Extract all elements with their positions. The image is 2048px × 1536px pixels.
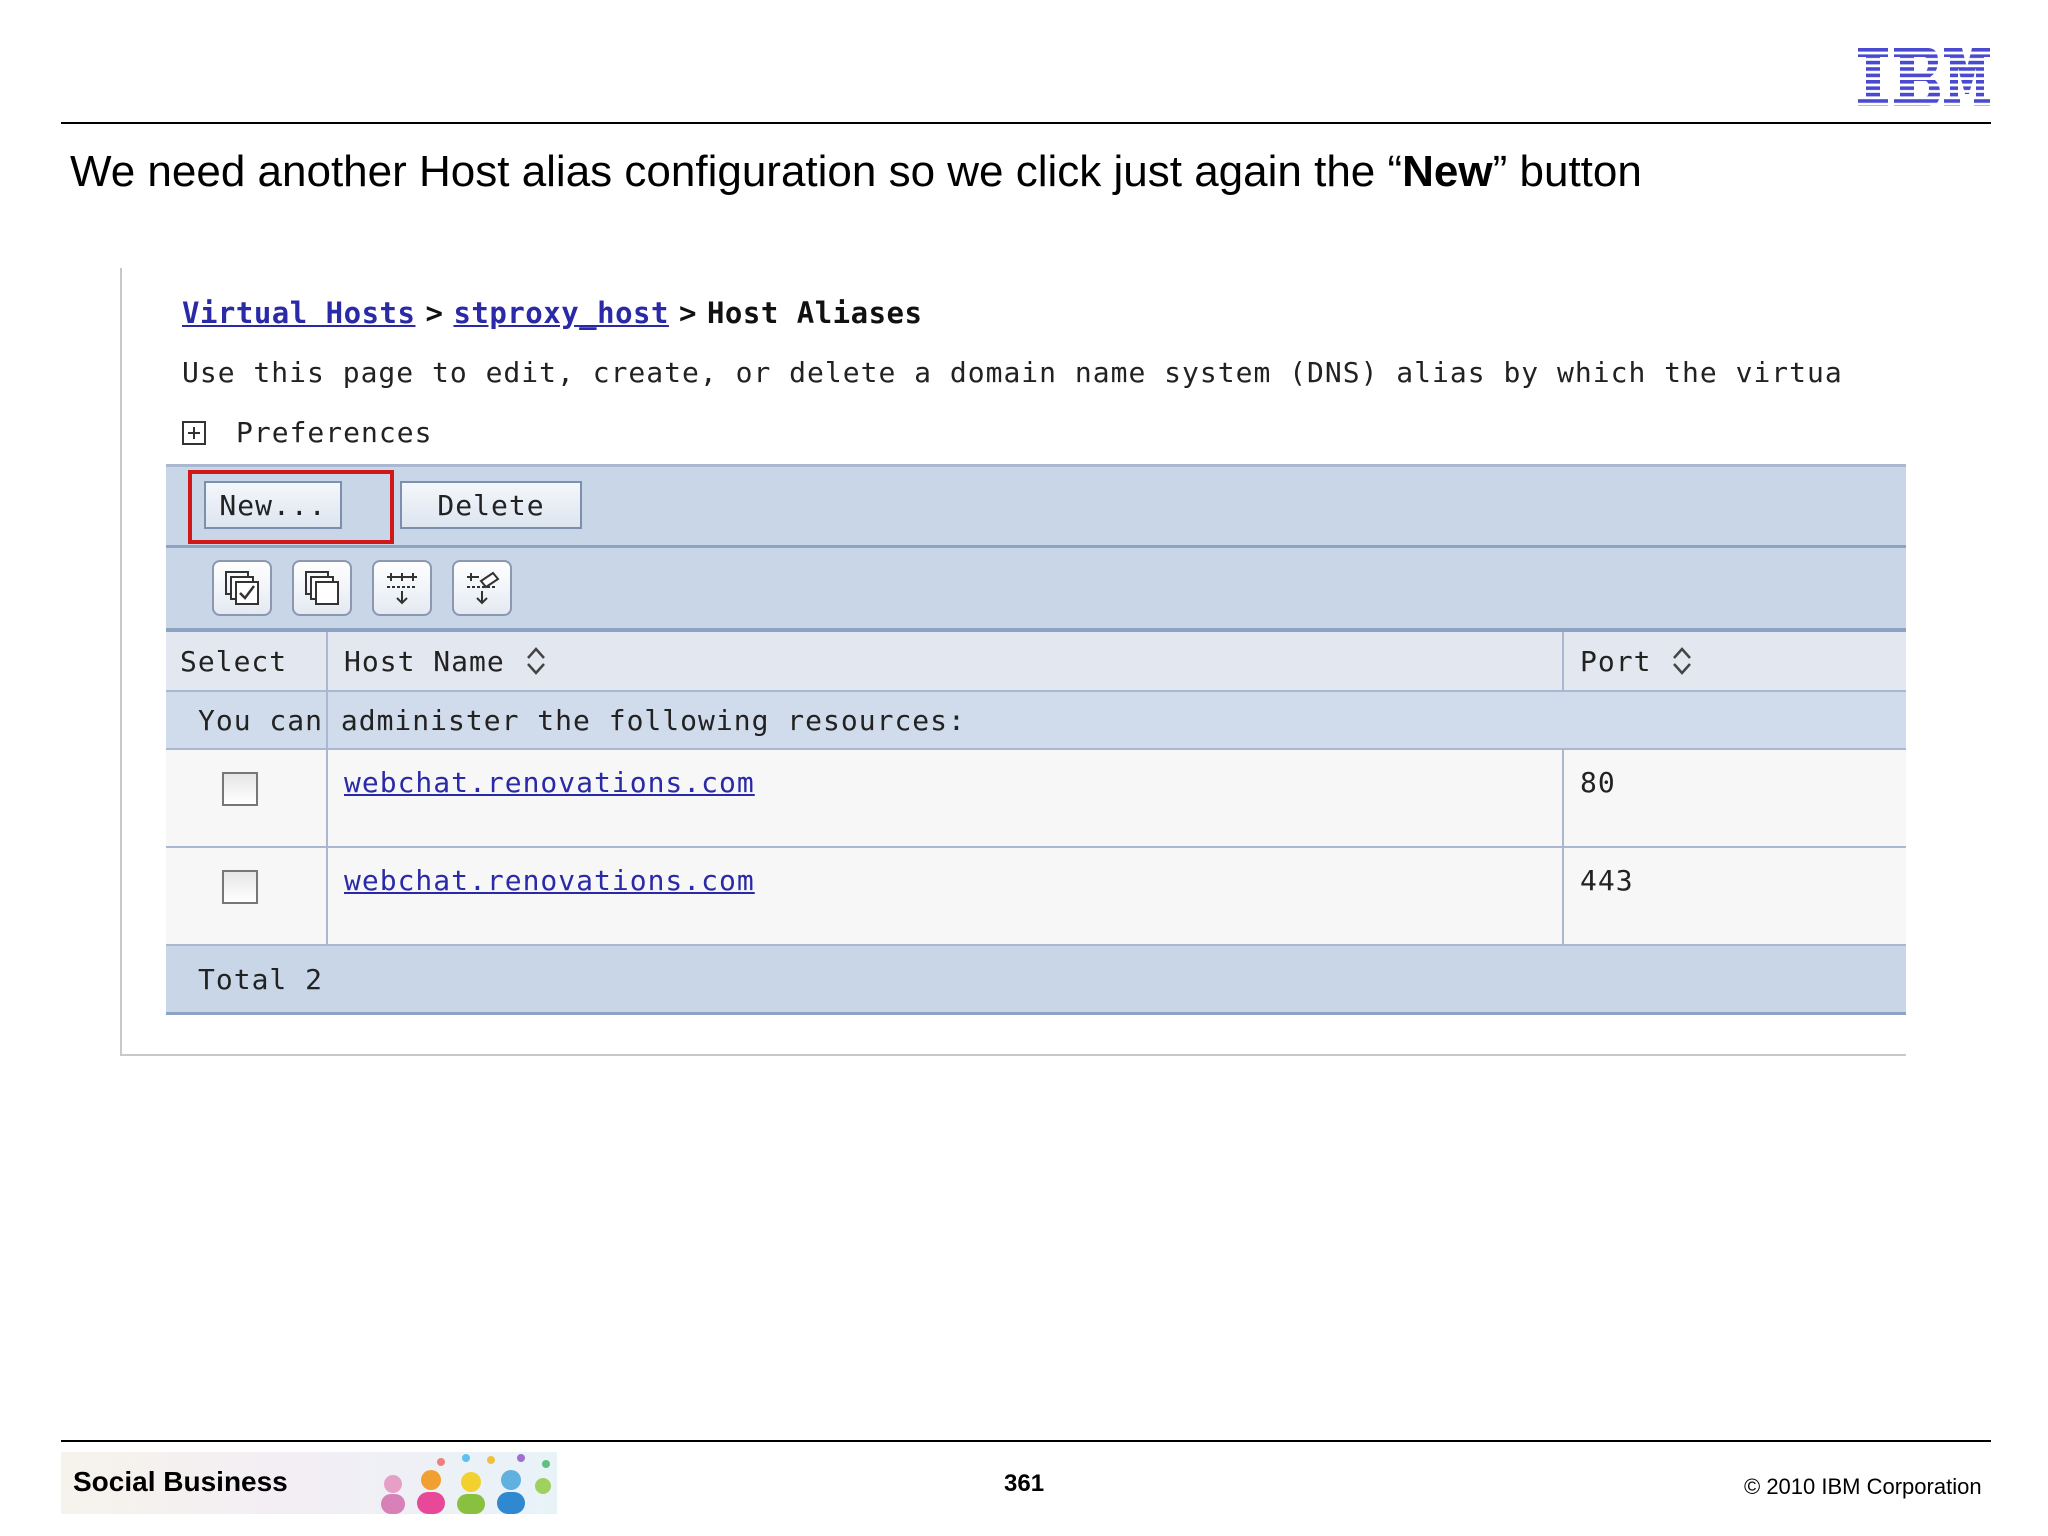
breadcrumb-current: Host Aliases [706, 296, 923, 330]
page-number: 361 [1004, 1470, 1045, 1497]
sort-icon[interactable] [1671, 645, 1693, 677]
preferences-label: Preferences [236, 416, 433, 449]
port-value: 443 [1580, 864, 1634, 897]
expand-plus-icon[interactable] [182, 420, 206, 445]
column-host-name-label: Host Name [344, 644, 505, 678]
total-row: Total 2 [166, 946, 1906, 1015]
breadcrumb-virtual-hosts-link[interactable]: Virtual Hosts [182, 296, 415, 330]
host-name-link[interactable]: webchat.renovations.com [344, 864, 755, 897]
column-select: Select [180, 644, 288, 678]
host-name-link[interactable]: webchat.renovations.com [344, 766, 755, 799]
slide-heading: We need another Host alias configuration… [70, 142, 1970, 202]
breadcrumb-separator: > [678, 296, 697, 330]
column-host-name[interactable]: Host Name [344, 632, 547, 690]
new-button-highlight [188, 470, 394, 544]
sort-icon[interactable] [525, 645, 547, 677]
admin-note-row: You can administer the following resourc… [166, 692, 1906, 750]
heading-text-start: We need another Host alias configuration… [70, 147, 1403, 196]
top-divider [61, 122, 1991, 124]
admin-note: You can administer the following resourc… [198, 703, 966, 737]
column-divider [326, 632, 328, 946]
breadcrumb-separator: > [425, 296, 444, 330]
column-divider [1562, 632, 1564, 690]
bottom-divider [61, 1440, 1991, 1442]
select-all-icon[interactable] [212, 560, 272, 616]
table-row: webchat.renovations.com 80 [166, 750, 1906, 848]
breadcrumb-stproxy-host-link[interactable]: stproxy_host [453, 296, 669, 330]
row-checkbox[interactable] [222, 870, 258, 904]
column-port[interactable]: Port [1580, 632, 1693, 690]
total-count: Total 2 [198, 962, 324, 996]
host-aliases-table: New... Delete Select Host Name Port You … [166, 464, 1906, 1020]
button-bar: New... Delete [166, 464, 1906, 548]
breadcrumb: Virtual Hosts > stproxy_host > Host Aliases [182, 296, 922, 330]
heading-bold-new: New [1402, 147, 1493, 196]
social-business-banner: Social Business [61, 1452, 557, 1514]
column-divider [1562, 750, 1564, 946]
copyright-notice: © 2010 IBM Corporation [1744, 1474, 1982, 1499]
ibm-logo [1858, 48, 1990, 106]
table-row: webchat.renovations.com 443 [166, 848, 1906, 946]
port-value: 80 [1580, 766, 1616, 799]
deselect-all-icon[interactable] [292, 560, 352, 616]
people-graphic-icon [381, 1454, 551, 1514]
heading-text-end: ” button [1492, 147, 1642, 196]
clear-filter-icon[interactable] [452, 560, 512, 616]
column-port-label: Port [1580, 644, 1652, 678]
table-toolbar [166, 548, 1906, 632]
delete-button[interactable]: Delete [400, 481, 582, 529]
footer-brand: Social Business [73, 1466, 288, 1497]
page-description: Use this page to edit, create, or delete… [182, 356, 1843, 389]
show-filter-icon[interactable] [372, 560, 432, 616]
row-checkbox[interactable] [222, 772, 258, 806]
console-screenshot: Virtual Hosts > stproxy_host > Host Aliases … [120, 268, 1906, 1056]
table-header: Select Host Name Port [166, 632, 1906, 692]
preferences-toggle[interactable]: Preferences [182, 416, 432, 449]
